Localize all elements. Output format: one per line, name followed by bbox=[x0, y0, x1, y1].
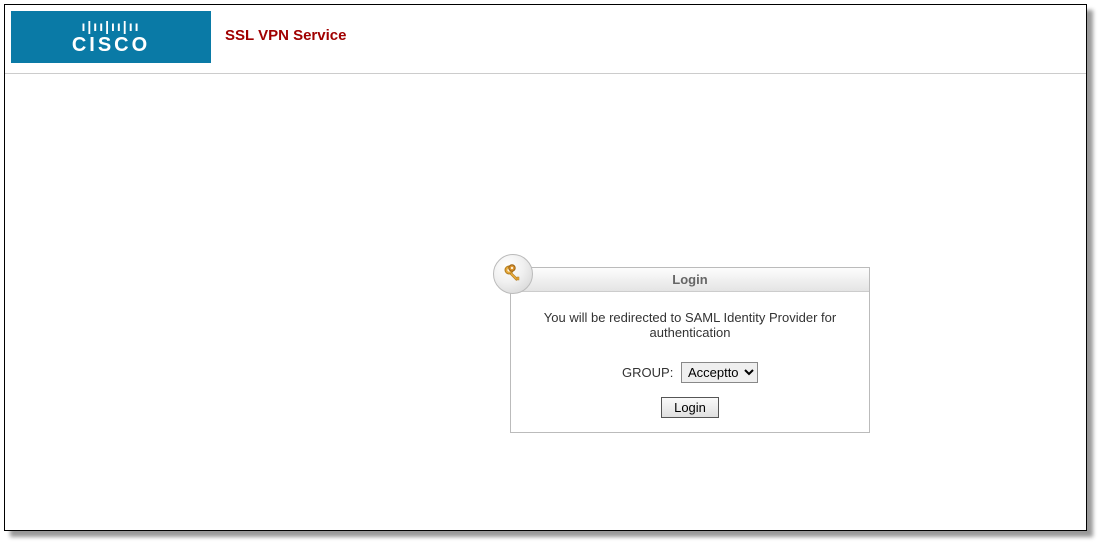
login-panel-header: Login bbox=[511, 268, 869, 292]
cisco-logo: ı|ıı|ıı|ıı CISCO bbox=[72, 19, 150, 55]
cisco-logo-bars: ı|ıı|ıı|ıı bbox=[72, 19, 150, 33]
page-container: ı|ıı|ıı|ıı CISCO SSL VPN Service bbox=[4, 4, 1087, 531]
service-title: SSL VPN Service bbox=[225, 27, 346, 44]
login-panel-body: You will be redirected to SAML Identity … bbox=[511, 292, 869, 432]
group-row: GROUP: Acceptto bbox=[523, 362, 857, 383]
login-button[interactable]: Login bbox=[661, 397, 719, 418]
redirect-message-line2: authentication bbox=[650, 325, 731, 340]
keys-icon bbox=[493, 254, 533, 294]
cisco-logo-text: CISCO bbox=[72, 35, 150, 55]
redirect-message-line1: You will be redirected to SAML Identity … bbox=[544, 310, 836, 325]
header-divider bbox=[5, 73, 1086, 74]
group-label: GROUP: bbox=[622, 365, 673, 380]
login-panel-title: Login bbox=[672, 272, 707, 287]
redirect-message: You will be redirected to SAML Identity … bbox=[523, 310, 857, 340]
cisco-logo-block: ı|ıı|ıı|ıı CISCO bbox=[11, 11, 211, 63]
login-panel: Login You will be redirected to SAML Ide… bbox=[510, 267, 870, 433]
header: ı|ıı|ıı|ıı CISCO SSL VPN Service bbox=[5, 5, 1086, 65]
group-select[interactable]: Acceptto bbox=[681, 362, 758, 383]
